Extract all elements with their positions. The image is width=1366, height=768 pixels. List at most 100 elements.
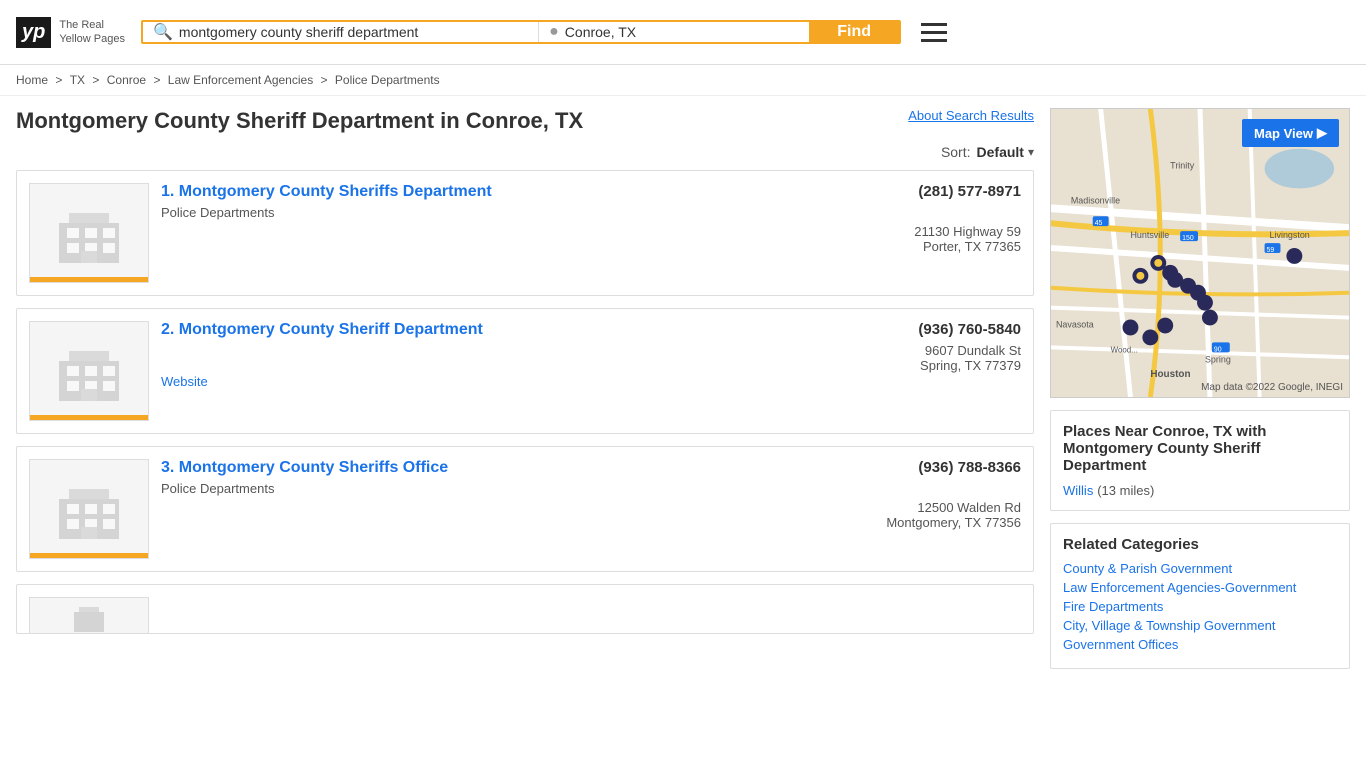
result-category-1: Police Departments — [161, 205, 1021, 220]
result-thumbnail-2 — [29, 321, 149, 421]
result-card-2: 2. Montgomery County Sheriff Department … — [16, 308, 1034, 434]
breadcrumb-sep-1: > — [55, 73, 65, 87]
logo: yp The Real Yellow Pages — [16, 17, 125, 48]
result-number-1: 1. — [161, 183, 174, 200]
breadcrumb-home[interactable]: Home — [16, 73, 48, 87]
yellow-bar-3 — [30, 553, 148, 558]
search-bar: 🔍 ● Find — [141, 20, 901, 44]
search-where-container: ● — [539, 22, 809, 42]
svg-text:90: 90 — [1214, 346, 1222, 353]
search-what-input[interactable] — [179, 24, 528, 40]
related-categories-title: Related Categories — [1063, 536, 1337, 553]
breadcrumb-police[interactable]: Police Departments — [335, 73, 440, 87]
result-category-3: Police Departments — [161, 481, 1021, 496]
map-credit: Map data ©2022 Google, INEGI — [1201, 382, 1343, 393]
nearby-place-link[interactable]: Willis — [1063, 483, 1093, 498]
find-button[interactable]: Find — [809, 22, 899, 42]
related-link-0[interactable]: County & Parish Government — [1063, 561, 1337, 576]
result-address-line1-2: 9607 Dundalk St — [161, 343, 1021, 358]
result-info-1: 1. Montgomery County Sheriffs Department… — [161, 183, 1021, 283]
hamburger-line-3 — [921, 39, 947, 42]
main-container: Montgomery County Sheriff Department in … — [0, 96, 1366, 681]
result-address-1: 21130 Highway 59 Porter, TX 77365 — [161, 224, 1021, 254]
sort-label: Sort: — [941, 144, 971, 160]
search-where-input[interactable] — [565, 24, 799, 40]
breadcrumb-sep-4: > — [321, 73, 331, 87]
result-name-3[interactable]: 3. Montgomery County Sheriffs Office — [161, 459, 448, 477]
svg-text:Huntsville: Huntsville — [1130, 230, 1169, 240]
map-view-arrow-icon: ▶ — [1317, 125, 1327, 141]
breadcrumb: Home > TX > Conroe > Law Enforcement Age… — [0, 65, 1366, 96]
page-heading-row: Montgomery County Sheriff Department in … — [16, 108, 1034, 134]
result-address-2: 9607 Dundalk St Spring, TX 77379 — [161, 343, 1021, 373]
yp-logo-box: yp — [16, 17, 51, 48]
search-icon: 🔍 — [153, 22, 173, 42]
page-title: Montgomery County Sheriff Department in … — [16, 108, 583, 134]
result-info-2: 2. Montgomery County Sheriff Department … — [161, 321, 1021, 421]
result-card-4-partial — [16, 584, 1034, 634]
result-name-2[interactable]: 2. Montgomery County Sheriff Department — [161, 321, 483, 339]
svg-text:Navasota: Navasota — [1056, 320, 1094, 330]
result-info-3: 3. Montgomery County Sheriffs Office (93… — [161, 459, 1021, 559]
related-box: Related Categories County & Parish Gover… — [1050, 523, 1350, 669]
result-address-line1-1: 21130 Highway 59 — [161, 224, 1021, 239]
result-name-1[interactable]: 1. Montgomery County Sheriffs Department — [161, 183, 492, 201]
result-phone-3: (936) 788-8366 — [918, 459, 1021, 476]
svg-text:Madisonville: Madisonville — [1071, 195, 1120, 205]
card-title-row-3: 3. Montgomery County Sheriffs Office (93… — [161, 459, 1021, 477]
nearby-distance: (13 miles) — [1097, 483, 1154, 498]
building-icon-3 — [49, 469, 129, 549]
result-thumbnail-4 — [29, 597, 149, 634]
result-name-text-1: Montgomery County Sheriffs Department — [179, 183, 492, 200]
yp-logo-text: yp — [22, 21, 45, 43]
result-phone-1: (281) 577-8971 — [918, 183, 1021, 200]
related-link-1[interactable]: Law Enforcement Agencies-Government — [1063, 580, 1337, 595]
card-title-row-1: 1. Montgomery County Sheriffs Department… — [161, 183, 1021, 201]
breadcrumb-law-enforcement[interactable]: Law Enforcement Agencies — [168, 73, 313, 87]
map-view-label: Map View — [1254, 126, 1313, 141]
related-link-3[interactable]: City, Village & Township Government — [1063, 618, 1337, 633]
map-container: Madisonville Trinity Huntsville Livingst… — [1050, 108, 1350, 398]
result-thumbnail-1 — [29, 183, 149, 283]
header: yp The Real Yellow Pages 🔍 ● Find — [0, 0, 1366, 65]
yellow-bar-1 — [30, 277, 148, 282]
about-results-link[interactable]: About Search Results — [908, 108, 1034, 123]
breadcrumb-sep-2: > — [92, 73, 102, 87]
svg-text:150: 150 — [1182, 235, 1194, 242]
search-what-container: 🔍 — [143, 22, 539, 42]
nearby-box: Places Near Conroe, TX with Montgomery C… — [1050, 410, 1350, 511]
related-link-2[interactable]: Fire Departments — [1063, 599, 1337, 614]
svg-text:59: 59 — [1267, 247, 1275, 254]
breadcrumb-conroe[interactable]: Conroe — [107, 73, 146, 87]
building-icon-2 — [49, 331, 129, 411]
results-column: Montgomery County Sheriff Department in … — [16, 108, 1034, 669]
result-name-text-3: Montgomery County Sheriffs Office — [179, 459, 448, 476]
nearby-title: Places Near Conroe, TX with Montgomery C… — [1063, 423, 1337, 474]
breadcrumb-tx[interactable]: TX — [70, 73, 85, 87]
hamburger-menu[interactable] — [921, 23, 947, 42]
result-name-text-2: Montgomery County Sheriff Department — [179, 321, 483, 338]
svg-text:Livingston: Livingston — [1270, 230, 1310, 240]
result-address-line1-3: 12500 Walden Rd — [161, 500, 1021, 515]
result-address-line2-1: Porter, TX 77365 — [161, 239, 1021, 254]
related-link-4[interactable]: Government Offices — [1063, 637, 1337, 652]
building-icon-4 — [59, 597, 119, 634]
svg-text:45: 45 — [1095, 220, 1103, 227]
sort-value[interactable]: Default — [977, 144, 1024, 160]
map-view-button[interactable]: Map View ▶ — [1242, 119, 1339, 147]
result-thumbnail-3 — [29, 459, 149, 559]
yellow-bar-2 — [30, 415, 148, 420]
result-number-2: 2. — [161, 321, 174, 338]
result-address-line2-3: Montgomery, TX 77356 — [161, 515, 1021, 530]
result-website-2[interactable]: Website — [161, 374, 208, 389]
logo-tagline: The Real Yellow Pages — [59, 18, 125, 47]
result-phone-2: (936) 760-5840 — [918, 321, 1021, 338]
hamburger-line-1 — [921, 23, 947, 26]
building-icon-1 — [49, 193, 129, 273]
result-number-3: 3. — [161, 459, 174, 476]
sidebar-column: Madisonville Trinity Huntsville Livingst… — [1050, 108, 1350, 669]
result-address-line2-2: Spring, TX 77379 — [161, 358, 1021, 373]
map-svg: Madisonville Trinity Huntsville Livingst… — [1051, 109, 1349, 397]
svg-text:Houston: Houston — [1150, 369, 1190, 380]
sort-bar: Sort: Default ▾ — [16, 144, 1034, 160]
